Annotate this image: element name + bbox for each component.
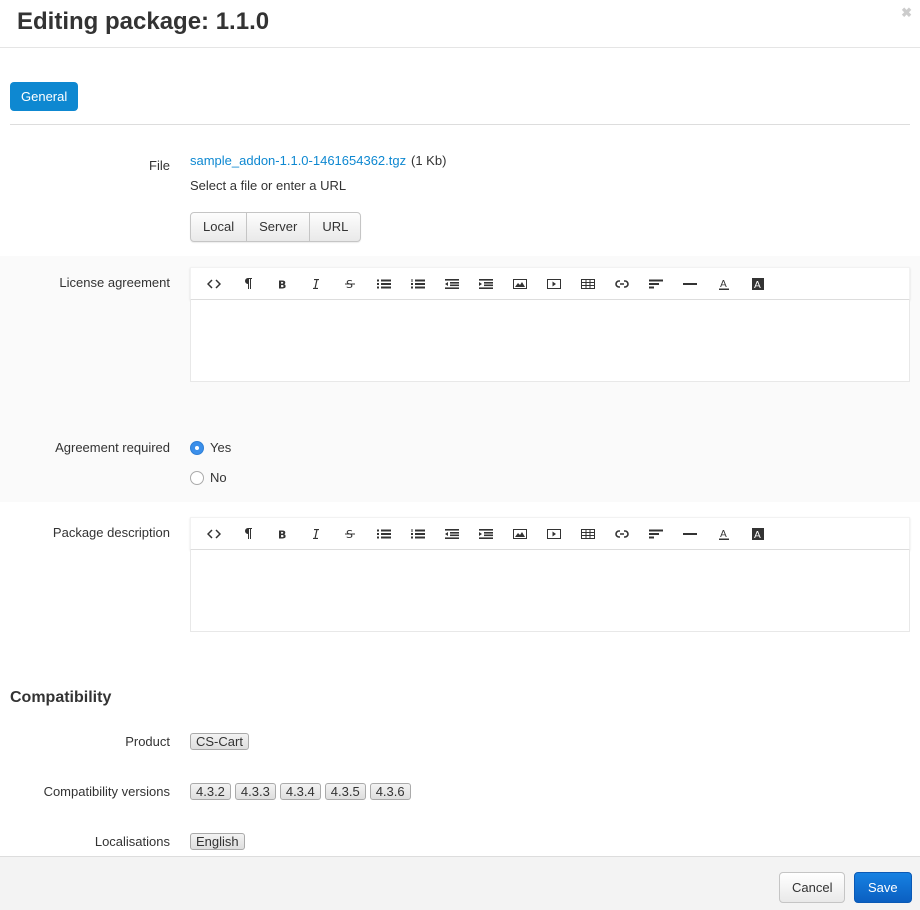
bold-icon[interactable]: B: [265, 267, 299, 300]
product-chip: CS-Cart: [190, 733, 249, 750]
version-chip: 4.3.2: [190, 783, 231, 800]
radio-no-label: No: [210, 470, 227, 485]
dialog-footer: Cancel Save: [0, 856, 920, 910]
link-icon[interactable]: [605, 267, 639, 300]
compatibility-heading: Compatibility: [10, 689, 112, 706]
product-label: Product: [125, 734, 170, 749]
table-icon[interactable]: [571, 517, 605, 550]
svg-text:B: B: [278, 529, 286, 539]
license-label: License agreement: [59, 275, 170, 290]
dialog-header: Editing package: 1.1.0 ✖: [0, 0, 920, 48]
link-icon[interactable]: [605, 517, 639, 550]
file-label: File: [149, 158, 170, 173]
file-download-link[interactable]: sample_addon-1.1.0-1461654362.tgz: [190, 153, 406, 168]
save-button[interactable]: Save: [854, 872, 912, 903]
paragraph-icon[interactable]: [231, 267, 265, 300]
localisations-label: Localisations: [94, 834, 170, 849]
version-chip: 4.3.3: [234, 783, 276, 800]
svg-text:B: B: [278, 279, 286, 289]
font-color-icon[interactable]: A: [707, 267, 741, 300]
svg-text:A: A: [754, 280, 761, 290]
font-color-icon[interactable]: A: [707, 517, 741, 550]
ordered-list-icon[interactable]: [401, 517, 435, 550]
horizontal-rule-icon[interactable]: [673, 517, 707, 550]
video-icon[interactable]: [537, 267, 571, 300]
strikethrough-icon[interactable]: S: [333, 267, 367, 300]
image-icon[interactable]: [503, 267, 537, 300]
indent-icon[interactable]: [469, 267, 503, 300]
strikethrough-icon[interactable]: S: [333, 517, 367, 550]
server-button[interactable]: Server: [247, 213, 311, 241]
outdent-icon[interactable]: [435, 267, 469, 300]
tab-general[interactable]: General: [10, 82, 79, 111]
cancel-button[interactable]: Cancel: [779, 872, 846, 903]
agreement-yes-radio[interactable]: Yes: [190, 440, 231, 455]
description-label: Package description: [52, 525, 170, 540]
page-title: Editing package: 1.1.0: [17, 8, 270, 35]
outdent-icon[interactable]: [435, 517, 469, 550]
background-color-icon[interactable]: A: [741, 517, 775, 550]
bold-icon[interactable]: B: [265, 517, 299, 550]
code-view-icon[interactable]: [197, 267, 231, 300]
version-chip: 4.3.5: [324, 783, 366, 800]
file-size: (1 Kb): [411, 153, 447, 168]
license-input[interactable]: [190, 300, 910, 382]
radio-checked-icon[interactable]: [190, 440, 204, 455]
description-input[interactable]: [190, 550, 910, 632]
url-button[interactable]: URL: [310, 213, 360, 241]
video-icon[interactable]: [537, 517, 571, 550]
description-editor: BSAA: [190, 517, 910, 632]
italic-icon[interactable]: [299, 267, 333, 300]
align-icon[interactable]: [639, 517, 673, 550]
product-values: CS-Cart: [190, 733, 253, 750]
image-icon[interactable]: [503, 517, 537, 550]
file-hint: Select a file or enter a URL: [190, 178, 347, 193]
horizontal-rule-icon[interactable]: [673, 267, 707, 300]
versions-label: Compatibility versions: [43, 784, 170, 799]
radio-yes-label: Yes: [210, 440, 232, 455]
unordered-list-icon[interactable]: [367, 267, 401, 300]
indent-icon[interactable]: [469, 517, 503, 550]
editor-toolbar: BSAA: [190, 267, 910, 300]
paragraph-icon[interactable]: [231, 517, 265, 550]
unordered-list-icon[interactable]: [367, 517, 401, 550]
table-icon[interactable]: [571, 267, 605, 300]
license-editor: BSAA: [190, 267, 910, 382]
svg-text:A: A: [720, 529, 727, 540]
tabs-divider: [10, 124, 910, 125]
versions-values: 4.3.2 4.3.3 4.3.4 4.3.5 4.3.6: [190, 783, 415, 800]
version-chip: 4.3.6: [369, 783, 411, 800]
ordered-list-icon[interactable]: [401, 267, 435, 300]
background-color-icon[interactable]: A: [741, 267, 775, 300]
file-source-buttons: Local Server URL: [190, 212, 362, 242]
localisation-chip: English: [190, 833, 245, 850]
italic-icon[interactable]: [299, 517, 333, 550]
agreement-no-radio[interactable]: No: [190, 470, 227, 485]
local-button[interactable]: Local: [191, 213, 248, 241]
align-icon[interactable]: [639, 267, 673, 300]
agreement-label: Agreement required: [55, 440, 170, 455]
svg-text:A: A: [720, 279, 727, 290]
svg-text:A: A: [754, 530, 761, 540]
close-icon[interactable]: ✖: [901, 5, 912, 21]
radio-unchecked-icon[interactable]: [190, 470, 204, 485]
code-view-icon[interactable]: [197, 517, 231, 550]
editor-toolbar: BSAA: [190, 517, 910, 550]
version-chip: 4.3.4: [279, 783, 321, 800]
localisations-values: English: [190, 833, 249, 850]
